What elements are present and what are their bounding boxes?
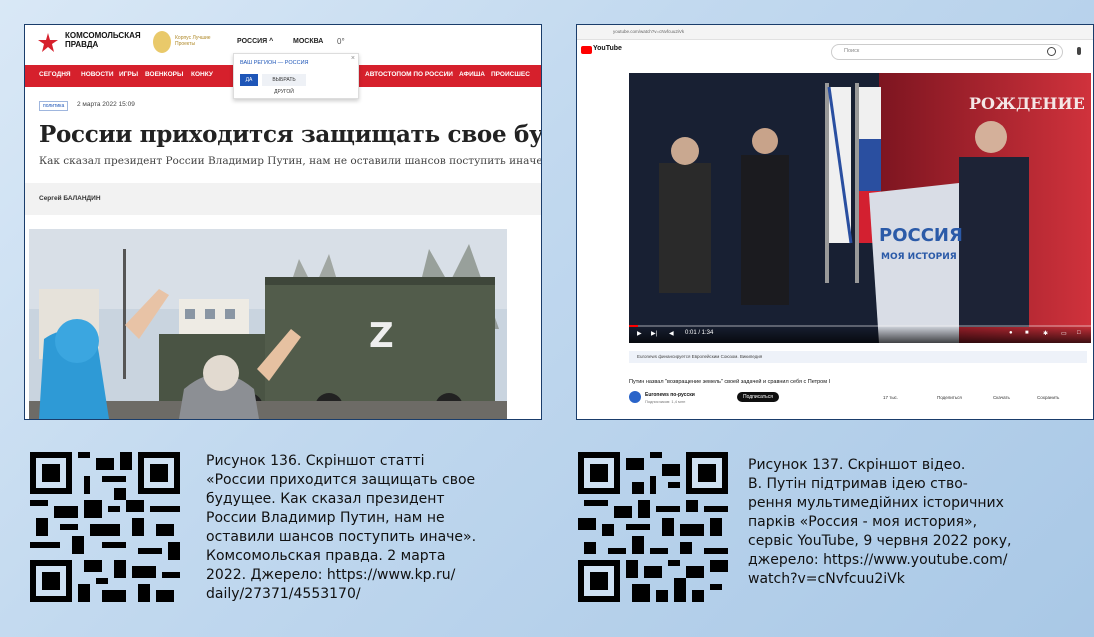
nav-item-games[interactable]: ИГРЫ: [119, 71, 138, 78]
nav-item-contests[interactable]: КОНКУ: [191, 71, 213, 78]
author-bar: Сергей БАЛАНДИН: [25, 183, 541, 215]
caption-line: джерело: https://www.youtube.com/: [748, 552, 1008, 568]
video-title: Путин назвал "возвращение земель" своей …: [629, 379, 831, 385]
next-icon[interactable]: ▶|: [651, 330, 657, 337]
caption-line: «России приходится защищать свое: [206, 472, 476, 488]
address-bar[interactable]: youtube.com/watch?v=cNvfcuu2iVk: [613, 29, 684, 34]
region-popup: ВАШ РЕГИОН — РОССИЯ ДА ВЫБРАТЬ ДРУГОЙ ×: [233, 53, 359, 99]
miniplayer-icon[interactable]: ▭: [1061, 330, 1067, 337]
caption-line: сервіс YouTube, 9 червня 2022 року,: [748, 533, 1012, 549]
podium-subtext: МОЯ ИСТОРИЯ: [881, 252, 957, 262]
caption-line: В. Путін підтримав ідею ство-: [748, 476, 968, 492]
figure-caption-137: Рисунок 137. Скріншот відео. В. Путін пі…: [748, 456, 1011, 589]
podium-text: РОССИЯ: [879, 225, 963, 246]
article-author[interactable]: Сергей БАЛАНДИН: [39, 195, 101, 202]
save-button[interactable]: Сохранить: [1037, 395, 1059, 400]
caption-line: России Владимир Путин, нам не: [206, 510, 445, 526]
qr-code-icon: [578, 452, 728, 602]
progress-fill: [629, 325, 639, 327]
weather-indicator: 0°: [337, 37, 345, 46]
subscriber-count: Подписчиков: 1,4 млн: [645, 399, 686, 404]
figure-caption-136: Рисунок 136. Скріншот статті «России при…: [206, 452, 476, 604]
search-placeholder: Поиск: [844, 48, 860, 54]
youtube-video-screenshot: youtube.com/watch?v=cNvfcuu2iVk YouTube …: [576, 24, 1094, 420]
city-selector[interactable]: МОСКВА: [293, 38, 323, 45]
caption-line: Комсомольская правда. 2 марта: [206, 548, 446, 564]
video-player[interactable]: РОЖДЕНИЕ ИМ РОССИЯ МОЯ ИСТОРИЯ: [629, 73, 1091, 343]
like-button[interactable]: 17 тыс.: [883, 395, 898, 400]
nav-item-afisha[interactable]: АФИША: [459, 71, 485, 78]
info-panel: Euronews финансируется Европейским Союзо…: [629, 351, 1087, 363]
banner-text: РОЖДЕНИЕ ИМ: [969, 94, 1091, 113]
autoplay-toggle-icon[interactable]: ●: [1009, 330, 1013, 336]
article-title: России приходится защищать свое будущее: [39, 121, 541, 148]
kp-award: Корпус Лучшие Проекты: [153, 31, 213, 55]
caption-line: будущее. Как сказал президент: [206, 491, 445, 507]
time-display: 0:01 / 1:34: [685, 330, 714, 336]
settings-icon[interactable]: ✱: [1043, 330, 1048, 337]
nav-item-war-correspondents[interactable]: ВОЕНКОРЫ: [145, 71, 183, 78]
play-icon[interactable]: ▶: [637, 330, 642, 337]
region-selector[interactable]: РОССИЯ ^: [237, 38, 273, 45]
caption-line: 2022. Джерело: https://www.kp.ru/: [206, 567, 456, 583]
article-date: 2 марта 2022 15:09: [77, 101, 135, 108]
caption-line: оставили шансов поступить иначе».: [206, 529, 477, 545]
award-icon: [153, 31, 171, 53]
info-panel-text[interactable]: Euronews финансируется Европейским Союзо…: [637, 354, 762, 359]
youtube-logo-text[interactable]: YouTube: [593, 45, 622, 52]
volume-icon[interactable]: ◀: [669, 330, 674, 337]
youtube-topbar: YouTube Поиск: [577, 40, 1093, 64]
kp-article-screenshot: КОМСОМОЛЬСКАЯ ПРАВДА Корпус Лучшие Проек…: [24, 24, 542, 420]
progress-bar[interactable]: [629, 325, 1091, 327]
caption-line: Рисунок 137. Скріншот відео.: [748, 457, 966, 473]
article-tag[interactable]: политика: [39, 101, 69, 111]
channel-name[interactable]: Euronews по-русски: [645, 392, 695, 398]
caption-line: Рисунок 136. Скріншот статті: [206, 453, 425, 469]
download-button[interactable]: Скачать: [993, 395, 1010, 400]
close-icon[interactable]: ×: [351, 55, 355, 62]
search-icon[interactable]: [1047, 47, 1056, 56]
nav-item-incidents[interactable]: ПРОИСШЕС: [491, 71, 530, 78]
nav-item-hitchhiking[interactable]: АВТОСТОПОМ ПО РОССИИ: [365, 71, 453, 78]
subscribe-button[interactable]: Подписаться: [737, 392, 779, 402]
subtitles-icon[interactable]: ■: [1025, 330, 1029, 336]
nav-item-news[interactable]: НОВОСТИ: [81, 71, 114, 78]
article-subtitle: Как сказал президент России Владимир Пут…: [39, 155, 542, 167]
kp-logo-text[interactable]: КОМСОМОЛЬСКАЯ ПРАВДА: [65, 31, 141, 49]
caption-line: watch?v=cNvfcuu2iVk: [748, 571, 905, 587]
caption-line: парків «Россия - моя история»,: [748, 514, 978, 530]
award-text: Корпус Лучшие Проекты: [175, 35, 211, 47]
share-button[interactable]: Поделиться: [937, 395, 962, 400]
popup-region-label: ВАШ РЕГИОН — РОССИЯ: [240, 60, 309, 66]
channel-avatar[interactable]: [629, 391, 641, 403]
nav-item-today[interactable]: СЕГОДНЯ: [39, 71, 71, 78]
qr-code-icon: [30, 452, 180, 602]
article-photo: Z: [29, 229, 507, 419]
video-controls: ▶ ▶| ◀ 0:01 / 1:34 ● ■ ✱ ▭ □: [629, 325, 1091, 343]
kp-logo-icon: [38, 33, 58, 52]
z-letter: Z: [369, 316, 394, 356]
caption-line: daily/27371/4553170/: [206, 586, 361, 602]
mic-icon[interactable]: [1077, 47, 1081, 55]
caption-line: рення мультимедійних історичних: [748, 495, 1004, 511]
popup-yes-button[interactable]: ДА: [240, 74, 258, 86]
youtube-logo-icon[interactable]: [581, 46, 592, 54]
search-input[interactable]: Поиск: [831, 44, 1063, 60]
browser-chrome: youtube.com/watch?v=cNvfcuu2iVk: [577, 25, 1093, 40]
fullscreen-icon[interactable]: □: [1077, 330, 1081, 336]
popup-choose-other-button[interactable]: ВЫБРАТЬ ДРУГОЙ: [262, 74, 306, 95]
